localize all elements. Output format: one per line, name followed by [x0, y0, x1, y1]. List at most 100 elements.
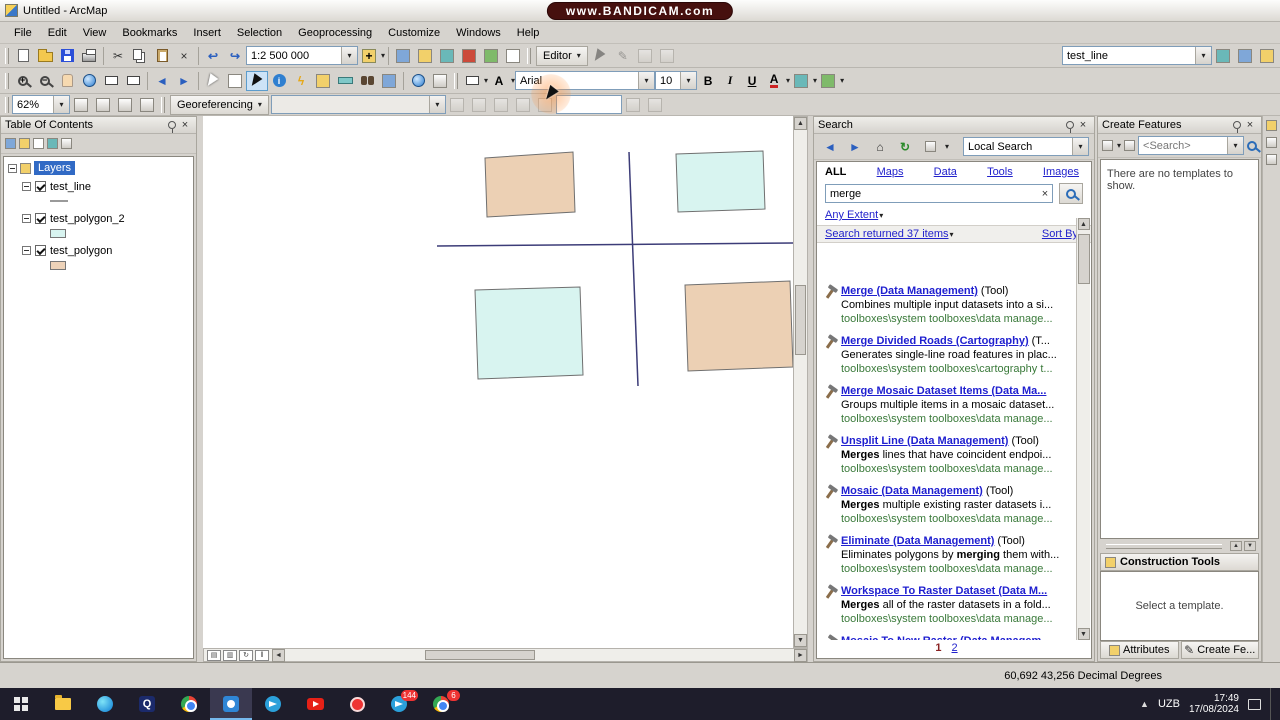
line-color-button[interactable]	[817, 71, 839, 91]
chevron-down-icon[interactable]: ▾	[945, 142, 949, 151]
line-feature-horizontal[interactable]	[436, 242, 795, 247]
search-refresh-button[interactable]: ↻	[894, 137, 916, 157]
modelbuilder-button[interactable]	[502, 46, 524, 66]
toolbar-grip[interactable]	[5, 96, 9, 113]
chevron-down-icon[interactable]: ▾	[879, 211, 883, 220]
search-result-item[interactable]: Mosaic To New Raster (Data Managem...	[817, 630, 1076, 640]
georef-control-points-button[interactable]	[534, 95, 556, 115]
results-count-link[interactable]: Search returned 37 items	[825, 228, 949, 240]
search-result-title[interactable]: Merge Mosaic Dataset Items (Data Ma...	[841, 385, 1046, 397]
search-result-item[interactable]: Merge Divided Roads (Cartography) (T... G…	[817, 330, 1076, 380]
bold-button[interactable]: B	[697, 71, 719, 91]
search-result-path[interactable]: toolboxes\system toolboxes\data manage..…	[841, 563, 1074, 575]
scroll-right-icon[interactable]: ►	[794, 648, 807, 662]
chrome-button[interactable]	[168, 688, 210, 720]
toggle-draft-button[interactable]	[136, 95, 158, 115]
search-scrollbar[interactable]: ▲ ▼	[1076, 218, 1090, 640]
scroll-up-icon[interactable]: ▲	[1077, 218, 1090, 230]
list-by-visibility-icon[interactable]	[33, 138, 44, 149]
rotation-value-input[interactable]	[555, 95, 622, 114]
toolbar-grip[interactable]	[527, 47, 532, 64]
search-icon[interactable]	[1247, 140, 1257, 151]
search-result-path[interactable]: toolboxes\system toolboxes\cartography t…	[841, 363, 1074, 375]
polygon-tan-topleft[interactable]	[484, 151, 576, 218]
telegram-button[interactable]	[252, 688, 294, 720]
sketch-tool-button[interactable]: ✎	[612, 46, 634, 66]
new-document-button[interactable]	[12, 46, 34, 66]
menu-customize[interactable]: Customize	[380, 24, 448, 42]
full-extent-button[interactable]	[78, 71, 100, 91]
search-result-title[interactable]: Unsplit Line (Data Management)	[841, 435, 1008, 447]
list-by-selection-icon[interactable]	[47, 138, 58, 149]
delete-button[interactable]: ×	[173, 46, 195, 66]
georef-update-button[interactable]	[644, 95, 666, 115]
save-button[interactable]	[56, 46, 78, 66]
fixed-zoom-out-button[interactable]	[122, 71, 144, 91]
run-search-button[interactable]	[1059, 183, 1083, 204]
search-result-item[interactable]: Merge (Data Management) (Tool) Combines m…	[817, 280, 1076, 330]
georef-rotate-button[interactable]	[468, 95, 490, 115]
search-window-button[interactable]	[436, 46, 458, 66]
file-explorer-button[interactable]	[42, 688, 84, 720]
collapse-icon[interactable]	[8, 163, 17, 173]
zoom-in-button[interactable]	[12, 71, 34, 91]
search-result-title[interactable]: Mosaic (Data Management)	[841, 485, 983, 497]
catalog-window-button[interactable]	[414, 46, 436, 66]
map-svg[interactable]	[203, 116, 795, 648]
editor-menu-button[interactable]: Editor	[536, 45, 588, 66]
fill-color-button[interactable]	[790, 71, 812, 91]
pan-layout-button[interactable]	[70, 95, 92, 115]
menu-insert[interactable]: Insert	[185, 24, 229, 42]
search-query-input[interactable]	[826, 187, 1038, 200]
zoom-percent-combo[interactable]: 62%	[12, 95, 70, 114]
time-slider-button[interactable]	[407, 71, 429, 91]
map-scale-combo[interactable]: 1:2 500 000	[246, 46, 358, 65]
zoom-100-button[interactable]	[114, 95, 136, 115]
scroll-down-icon[interactable]: ▼	[794, 634, 807, 647]
tray-expand-icon[interactable]: ▲	[1140, 699, 1149, 709]
search-back-button[interactable]: ◄	[819, 137, 841, 157]
menu-help[interactable]: Help	[509, 24, 548, 42]
toc-layer[interactable]: test_line	[22, 179, 193, 208]
polygon-cyan-topright[interactable]	[675, 150, 766, 213]
zoom-whole-page-button[interactable]	[92, 95, 114, 115]
search-result-item[interactable]: Eliminate (Data Management) (Tool) Elimin…	[817, 530, 1076, 580]
pin-icon[interactable]	[1066, 121, 1074, 133]
layer-name[interactable]: test_polygon_2	[50, 213, 125, 225]
page-link[interactable]: 2	[952, 642, 958, 654]
search-result-item[interactable]: Merge Mosaic Dataset Items (Data Ma... G…	[817, 380, 1076, 430]
splitter-down-icon[interactable]: ▼	[1244, 541, 1256, 551]
search-tab-maps[interactable]: Maps	[877, 166, 904, 178]
layer-symbol[interactable]	[50, 260, 66, 270]
map-vertical-scrollbar[interactable]: ▲ ▼	[793, 116, 808, 648]
toolbar-grip[interactable]	[454, 72, 458, 89]
menu-selection[interactable]: Selection	[229, 24, 290, 42]
chrome-profile-button[interactable]: 6	[420, 688, 462, 720]
open-button[interactable]	[34, 46, 56, 66]
search-result-title[interactable]: Merge (Data Management)	[841, 285, 978, 297]
search-home-button[interactable]: ⌂	[869, 137, 891, 157]
draw-rectangle-button[interactable]	[461, 71, 483, 91]
search-tab-data[interactable]: Data	[934, 166, 957, 178]
toc-layer[interactable]: test_polygon_2	[22, 211, 193, 240]
templates-options-icon[interactable]	[1102, 140, 1113, 151]
refresh-view-button[interactable]: ↻	[239, 649, 253, 661]
python-window-button[interactable]	[480, 46, 502, 66]
chevron-down-icon[interactable]	[341, 47, 357, 64]
font-size-combo[interactable]: 10	[655, 71, 698, 90]
print-button[interactable]	[78, 46, 100, 66]
hyperlink-button[interactable]: ϟ	[290, 71, 312, 91]
chevron-down-icon[interactable]	[1072, 138, 1088, 155]
notification-center-icon[interactable]	[1248, 698, 1261, 710]
paste-button[interactable]	[151, 46, 173, 66]
menu-geoprocessing[interactable]: Geoprocessing	[290, 24, 380, 42]
search-tab-all[interactable]: ALL	[825, 166, 846, 178]
scrollbar-thumb[interactable]	[1077, 234, 1090, 284]
search-result-path[interactable]: toolboxes\system toolboxes\data manage..…	[841, 513, 1074, 525]
search-result-path[interactable]: toolboxes\system toolboxes\data manage..…	[841, 463, 1074, 475]
text-tool-button[interactable]: A	[488, 71, 510, 91]
georef-link-table-button[interactable]	[622, 95, 644, 115]
edge-browser-button[interactable]	[84, 688, 126, 720]
menu-edit[interactable]: Edit	[40, 24, 75, 42]
menu-windows[interactable]: Windows	[448, 24, 509, 42]
